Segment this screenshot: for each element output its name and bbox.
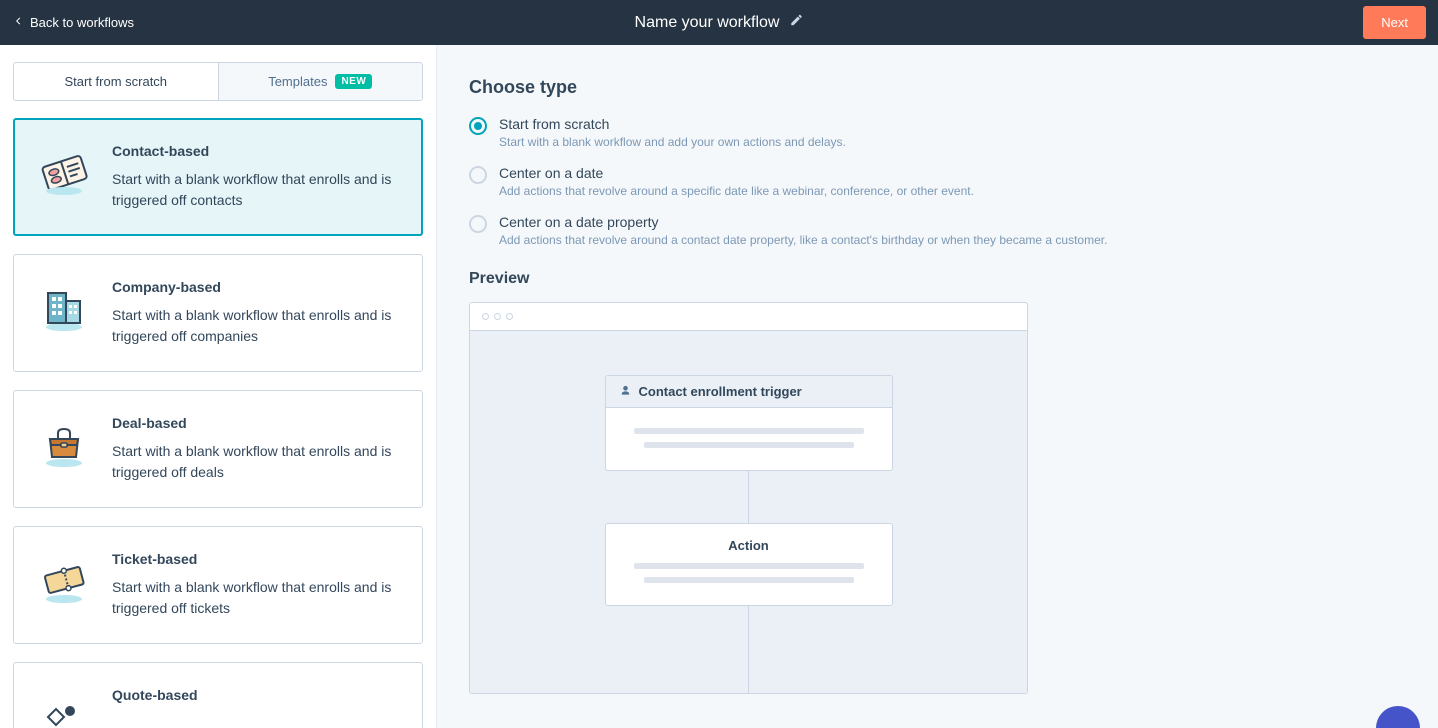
card-title: Deal-based [112,415,400,431]
deal-icon [36,415,92,471]
card-contact-based[interactable]: Contact-based Start with a blank workflo… [13,118,423,236]
radio-desc: Add actions that revolve around a contac… [499,232,1107,249]
card-ticket-based[interactable]: Ticket-based Start with a blank workflow… [13,526,423,644]
radio-label: Center on a date [499,165,974,181]
edit-icon [789,13,803,32]
window-dot-icon [494,313,501,320]
tab-label: Start from scratch [64,74,167,89]
radio-label: Start from scratch [499,116,846,132]
radio-input[interactable] [469,117,487,135]
tab-label: Templates [268,74,327,89]
card-desc: Start with a blank workflow that enrolls… [112,577,400,619]
left-sidebar: Start from scratch Templates NEW [0,45,437,728]
workflow-title-wrap[interactable]: Name your workflow [635,13,804,32]
radio-input[interactable] [469,215,487,233]
new-badge: NEW [335,74,372,89]
preview-heading: Preview [469,270,1406,288]
radio-center-on-date[interactable]: Center on a date Add actions that revolv… [469,165,1406,200]
radio-center-on-date-property[interactable]: Center on a date property Add actions th… [469,214,1406,249]
radio-input[interactable] [469,166,487,184]
card-desc: Start with a blank workflow that enrolls… [112,305,400,347]
contact-icon [36,143,92,199]
chevron-left-icon [12,15,24,30]
radio-desc: Start with a blank workflow and add your… [499,134,846,151]
trigger-node: Contact enrollment trigger [605,375,893,471]
company-icon [36,279,92,335]
radio-desc: Add actions that revolve around a specif… [499,183,974,200]
connector-line [748,606,749,693]
trigger-header: Contact enrollment trigger [606,376,892,408]
skeleton-line [644,577,854,583]
card-desc: Start with a blank workflow that enrolls… [112,169,400,211]
top-header: Back to workflows Name your workflow Nex… [0,0,1438,45]
tab-start-from-scratch[interactable]: Start from scratch [14,63,218,100]
type-radio-group: Start from scratch Start with a blank wo… [469,116,1406,248]
preview-window-chrome [470,303,1027,331]
card-quote-based[interactable]: Quote-based [13,662,423,728]
action-label: Action [606,524,892,559]
action-node: Action [605,523,893,606]
user-icon [620,384,631,399]
connector-line [748,471,749,523]
workflow-title: Name your workflow [635,14,780,32]
window-dot-icon [506,313,513,320]
quote-icon [36,687,92,728]
card-title: Contact-based [112,143,400,159]
card-desc: Start with a blank workflow that enrolls… [112,441,400,483]
skeleton-line [644,442,854,448]
card-deal-based[interactable]: Deal-based Start with a blank workflow t… [13,390,423,508]
radio-start-from-scratch[interactable]: Start from scratch Start with a blank wo… [469,116,1406,151]
ticket-icon [36,551,92,607]
card-company-based[interactable]: Company-based Start with a blank workflo… [13,254,423,372]
help-bubble-button[interactable] [1376,706,1420,728]
skeleton-line [634,563,864,569]
back-label: Back to workflows [30,15,134,30]
back-to-workflows-link[interactable]: Back to workflows [12,15,134,30]
choose-type-heading: Choose type [469,77,1406,98]
preview-box: Contact enrollment trigger Action [469,302,1028,694]
card-title: Ticket-based [112,551,400,567]
sidebar-tabs: Start from scratch Templates NEW [13,62,423,101]
radio-label: Center on a date property [499,214,1107,230]
main-content: Choose type Start from scratch Start wit… [437,45,1438,728]
trigger-label: Contact enrollment trigger [639,384,802,399]
card-title: Company-based [112,279,400,295]
window-dot-icon [482,313,489,320]
next-button[interactable]: Next [1363,6,1426,39]
card-title: Quote-based [112,687,400,703]
tab-templates[interactable]: Templates NEW [218,63,423,100]
preview-canvas: Contact enrollment trigger Action [470,331,1027,693]
skeleton-line [634,428,864,434]
